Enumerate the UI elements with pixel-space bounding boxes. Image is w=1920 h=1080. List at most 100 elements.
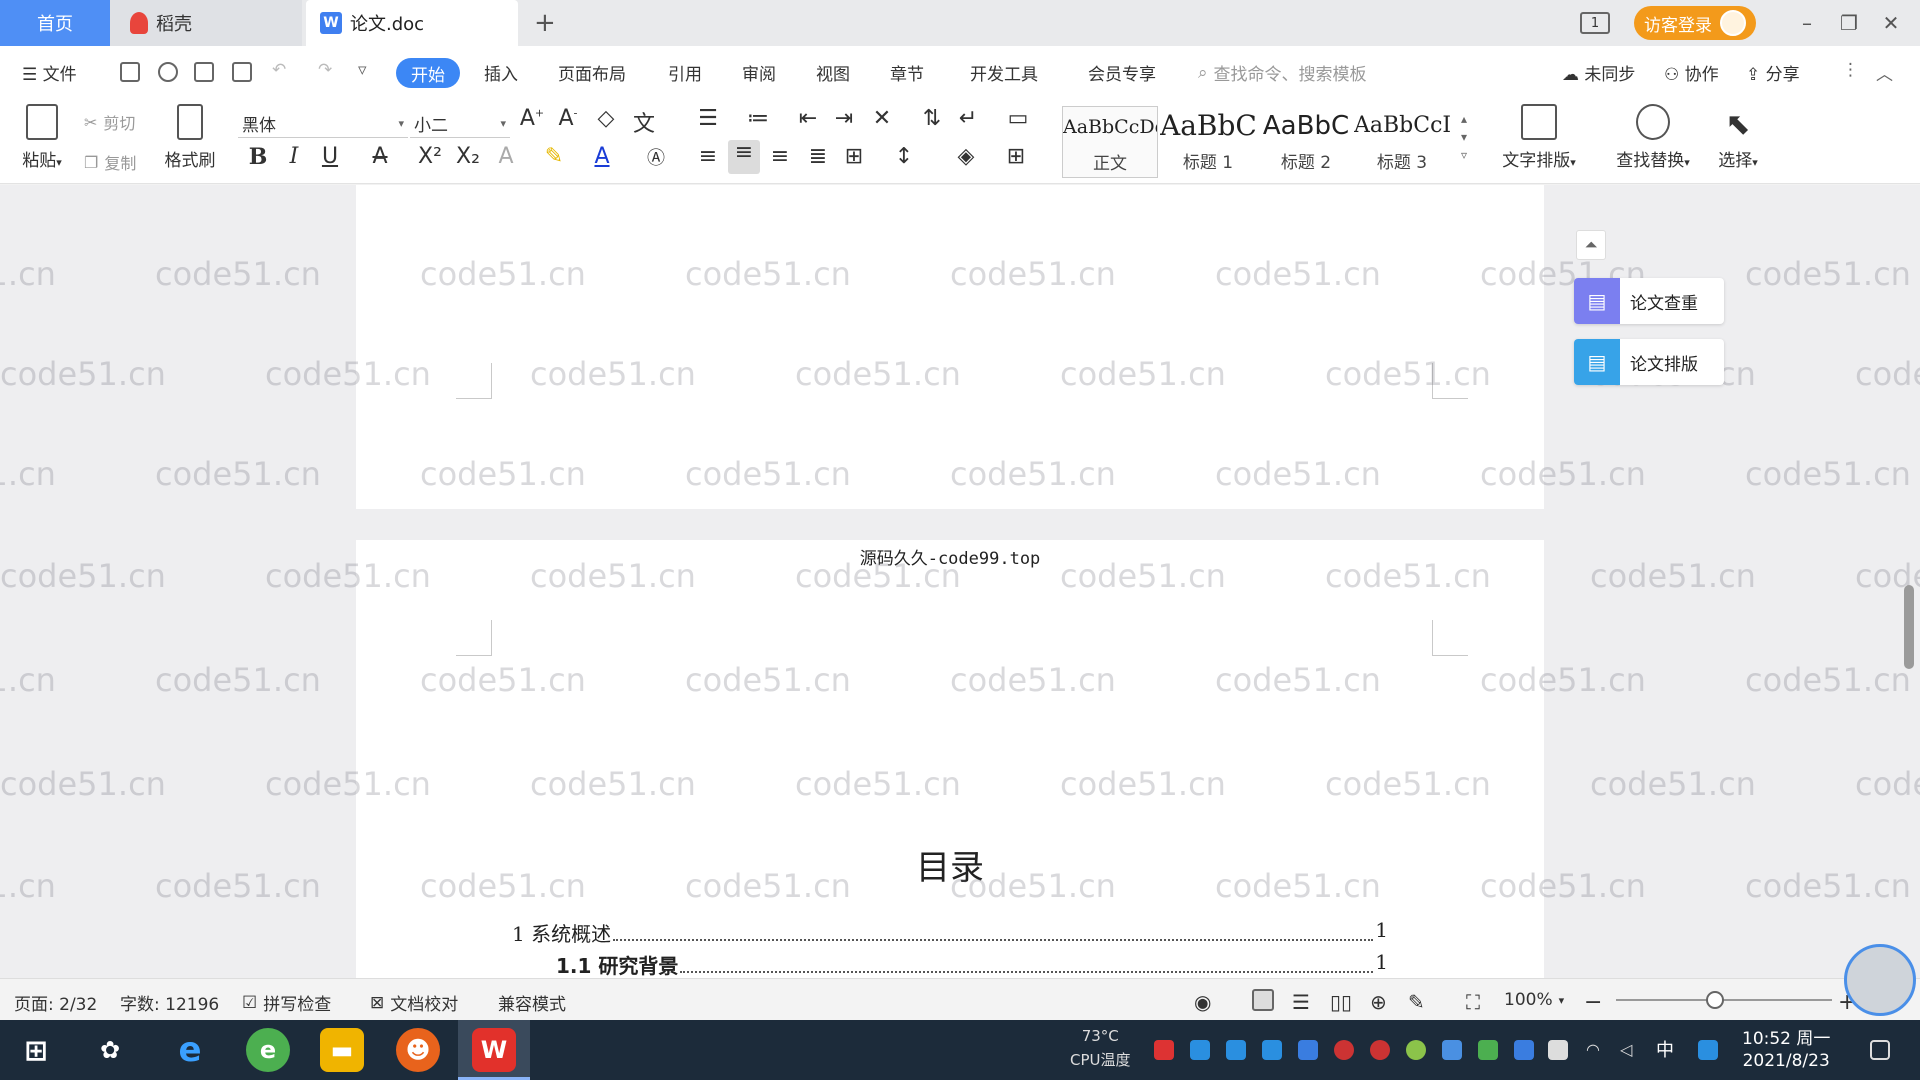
shading-icon[interactable]: ◈ [950,144,982,169]
text-effect-icon[interactable]: A [490,144,522,169]
more-icon[interactable]: ⋮ [1842,60,1859,80]
shield-icon[interactable] [1298,1040,1318,1060]
align-left-icon[interactable]: ≡ [692,144,724,169]
undo-icon[interactable]: ↶ [272,60,286,80]
select-button[interactable]: ⬉ 选择▾ [1708,104,1768,171]
bold-icon[interactable]: B [242,144,274,170]
chinese-layout-icon[interactable]: ✕ [866,106,898,131]
tab-document[interactable]: W 论文.doc [306,0,518,46]
italic-icon[interactable]: I [278,144,310,169]
minimize-icon[interactable]: – [1786,11,1828,35]
grow-font-icon[interactable]: A+ [516,106,548,131]
tab-developer[interactable]: 开发工具 [970,60,1038,85]
page-indicator[interactable]: 页面: 2/32 [14,990,97,1015]
output-icon[interactable] [158,62,178,82]
tab-insert[interactable]: 插入 [484,60,518,85]
close-icon[interactable]: ✕ [1870,11,1912,35]
paper-layout-button[interactable]: ▤ 论文排版 [1574,339,1724,385]
zoom-slider-handle[interactable] [1706,991,1724,1009]
pinyin-icon[interactable]: 文 [628,106,660,138]
bullets-icon[interactable]: ☰ [692,106,724,131]
tray-app-icon[interactable] [1406,1040,1426,1060]
numbering-icon[interactable]: ≔ [742,106,774,131]
cut-button[interactable]: ✂ 剪切 [84,110,135,134]
command-search[interactable]: ⌕ 查找命令、搜索模板 [1198,60,1367,86]
page-view-icon[interactable] [1252,989,1274,1011]
zoom-select[interactable]: 100% ▾ [1504,990,1564,1010]
char-border-icon[interactable]: Ⓐ [640,144,672,170]
align-right-icon[interactable]: ≡ [764,144,796,169]
collab-button[interactable]: ⚇ 协作 [1664,60,1719,85]
search-tray-icon[interactable] [1698,1040,1718,1060]
superscript-icon[interactable]: X² [414,144,446,169]
tray-app-icon[interactable] [1190,1040,1210,1060]
browser-360-icon[interactable]: e [246,1028,290,1072]
panel-toggle-icon[interactable]: 1 [1580,12,1610,34]
show-marks-icon[interactable]: ↵ [952,106,984,131]
tab-page-layout[interactable]: 页面布局 [558,60,626,85]
wps-office-icon[interactable]: W [472,1028,516,1072]
collapse-ribbon-icon[interactable]: ︿ [1876,60,1893,85]
guest-login-button[interactable]: 访客登录 [1634,6,1756,40]
tab-home-ribbon[interactable]: 开始 [396,58,460,88]
assistant-avatar[interactable] [1844,944,1916,1016]
spell-check-button[interactable]: ☑ 拼写检查 [242,990,331,1016]
tray-app-icon[interactable] [1262,1040,1282,1060]
shrink-font-icon[interactable]: A- [552,106,584,131]
styles-scroll-icon[interactable]: ▴ ▾ ▿ [1448,110,1480,164]
find-replace-button[interactable]: 查找替换▾ [1608,104,1698,171]
wifi-icon[interactable]: ◠ [1586,1040,1606,1060]
file-explorer-icon[interactable]: ▬ [320,1028,364,1072]
zoom-out-icon[interactable]: − [1584,990,1602,1015]
font-name-select[interactable]: 黑体 ▾ [238,110,408,138]
toc-entry[interactable]: 1 系统概述 1 [512,918,1388,947]
fit-page-icon[interactable]: ⛶ [1466,990,1480,1014]
add-tab-button[interactable]: + [534,8,556,38]
tab-view[interactable]: 视图 [816,60,850,85]
game-app-icon[interactable]: ☻ [396,1028,440,1072]
proofread-button[interactable]: ⊠ 文档校对 [370,990,458,1016]
tab-daoke[interactable]: 稻壳 [110,0,302,46]
cpu-monitor[interactable]: 73°C CPU温度 [1070,1024,1131,1072]
bluetooth-icon[interactable] [1514,1040,1534,1060]
style-heading-1[interactable]: AaBbC 标题 1 [1160,106,1256,178]
qq-icon[interactable] [1334,1040,1354,1060]
ime-indicator[interactable]: 中 [1656,1036,1674,1062]
windows-start-icon[interactable]: ⊞ [14,1028,58,1072]
underline-icon[interactable]: U [314,144,346,169]
align-center-icon[interactable]: ≡ [728,140,760,174]
zoom-slider[interactable] [1616,999,1832,1001]
toc-entry[interactable]: 1.1 研究背景 1 [556,950,1388,978]
file-menu[interactable]: ☰ 文件 [22,60,77,85]
subscript-icon[interactable]: X₂ [452,144,484,169]
style-heading-3[interactable]: AaBbCcI 标题 3 [1354,106,1450,178]
volume-icon[interactable]: ◁ [1620,1040,1640,1060]
strikethrough-icon[interactable]: A [364,144,396,169]
panel-collapse-icon[interactable]: ⏶ [1576,230,1606,260]
indent-icon[interactable]: ⇥ [828,106,860,131]
paper-check-button[interactable]: ▤ 论文查重 [1574,278,1724,324]
notification-icon[interactable] [1870,1040,1890,1060]
outline-view-icon[interactable]: ☰ [1292,990,1310,1014]
word-count[interactable]: 字数: 12196 [120,990,219,1015]
style-heading-2[interactable]: AaBbC 标题 2 [1258,106,1354,178]
print-preview-icon[interactable] [232,62,252,82]
font-size-select[interactable]: 小二 ▾ [410,110,510,138]
tab-references[interactable]: 引用 [668,60,702,85]
text-layout-button[interactable]: 文字排版▾ [1494,104,1584,171]
reading-view-icon[interactable]: ▯▯ [1330,990,1352,1014]
borders-icon[interactable]: ⊞ [1000,144,1032,169]
tray-app-icon[interactable] [1154,1040,1174,1060]
battery-icon[interactable] [1548,1040,1568,1060]
sync-button[interactable]: ☁ 未同步 [1562,60,1635,85]
style-normal[interactable]: AaBbCcDd 正文 [1062,106,1158,178]
clear-format-icon[interactable]: ◇ [590,106,622,131]
ie-browser-icon[interactable]: e [168,1028,212,1072]
tray-app-icon[interactable] [1226,1040,1246,1060]
format-painter-button[interactable]: 格式刷 [160,104,220,171]
tray-app-icon[interactable] [1442,1040,1462,1060]
save-icon[interactable] [120,62,140,82]
document-area[interactable]: 源码久久-code99.top 目录 1 系统概述1 1.1 研究背景1 cod… [0,185,1920,978]
restore-icon[interactable]: ❐ [1828,11,1870,35]
copy-button[interactable]: ❐ 复制 [84,150,136,174]
